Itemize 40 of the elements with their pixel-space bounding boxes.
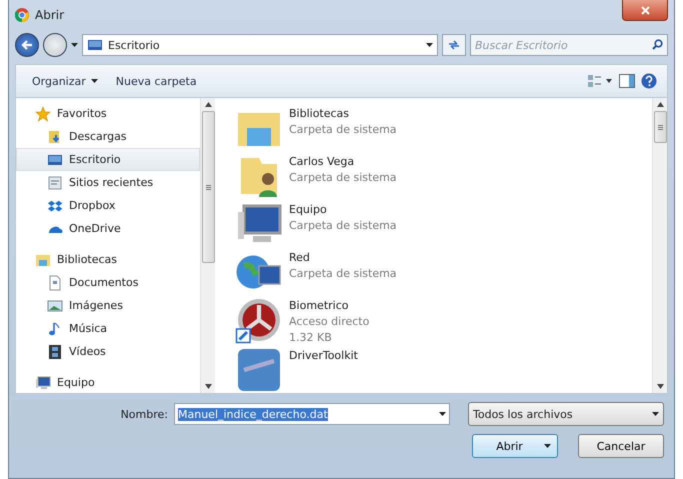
file-name: Biometrico — [289, 298, 350, 314]
file-item[interactable]: Biometrico Acceso directo 1.32 KB — [235, 296, 632, 346]
file-detail: Carpeta de sistema — [289, 266, 397, 282]
file-type-dropdown[interactable]: Todos los archivos — [468, 402, 664, 426]
file-name: Red — [289, 250, 311, 266]
file-name: Equipo — [289, 202, 328, 218]
sidebar-item[interactable]: Documentos — [16, 271, 200, 294]
cancel-button[interactable]: Cancelar — [578, 434, 664, 458]
sidebar-item[interactable]: Bibliotecas — [16, 248, 200, 271]
file-item[interactable]: Carlos Vega Carpeta de sistema — [235, 152, 632, 200]
sidebar-item[interactable]: Equipo — [16, 371, 200, 394]
file-detail: Acceso directo — [289, 314, 370, 330]
sidebar-item[interactable]: Imágenes — [16, 294, 200, 317]
file-item[interactable]: DriverToolkit — [235, 346, 632, 393]
open-button[interactable]: Abrir — [472, 434, 558, 458]
address-bar[interactable]: Escritorio — [82, 34, 438, 56]
new-folder-button[interactable]: Nueva carpeta — [110, 72, 203, 90]
sidebar-item[interactable]: OneDrive — [16, 217, 200, 240]
file-detail: Carpeta de sistema — [289, 218, 397, 234]
file-item[interactable]: Bibliotecas Carpeta de sistema — [235, 104, 632, 152]
organize-menu-button[interactable]: Organizar — [26, 72, 104, 90]
file-name-label: Nombre: — [120, 408, 168, 420]
search-field[interactable]: Buscar Escritorio — [470, 34, 668, 56]
sidebar-item[interactable]: Música — [16, 317, 200, 340]
sidebar-item[interactable]: Descargas — [16, 125, 200, 148]
sidebar-item[interactable]: Escritorio — [16, 148, 200, 171]
file-detail: 1.32 KB — [289, 330, 333, 346]
file-name: Bibliotecas — [289, 106, 350, 122]
file-name-field[interactable]: Manuel_indice_derecho.dat — [174, 403, 450, 425]
sidebar-item[interactable]: Sitios recientes — [16, 171, 200, 194]
sidebar-item[interactable]: Vídeos — [16, 340, 200, 363]
sidebar-item[interactable]: Dropbox — [16, 194, 200, 217]
file-detail: Carpeta de sistema — [289, 122, 397, 138]
file-item[interactable]: Equipo Carpeta de sistema — [235, 200, 632, 248]
window-title: Abrir — [35, 8, 66, 22]
sidebar-item[interactable]: Favoritos — [16, 102, 200, 125]
file-item[interactable]: Red Carpeta de sistema — [235, 248, 632, 296]
file-detail: Carpeta de sistema — [289, 170, 397, 186]
file-name: DriverToolkit — [289, 348, 358, 364]
file-name: Carlos Vega — [289, 154, 356, 170]
